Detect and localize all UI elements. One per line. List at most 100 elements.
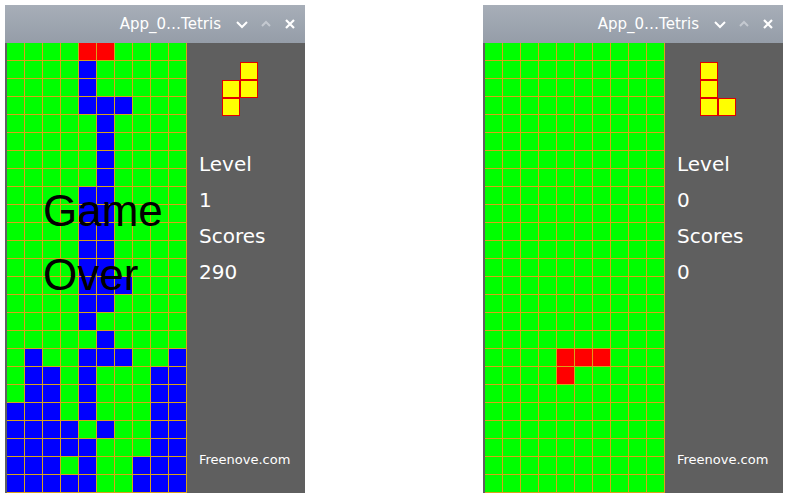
board-cell (503, 79, 521, 97)
board-cell (503, 277, 521, 295)
board-cell (557, 295, 575, 313)
board-cell (79, 367, 97, 385)
board-cell (115, 367, 133, 385)
board-cell (593, 349, 611, 367)
board-cell (503, 259, 521, 277)
board-cell (43, 259, 61, 277)
piece-cell (700, 80, 718, 98)
board-cell (97, 43, 115, 61)
board-cell (485, 367, 503, 385)
board-cell (611, 259, 629, 277)
board-cell (97, 61, 115, 79)
board-cell (25, 385, 43, 403)
board-cell (61, 367, 79, 385)
board-cell (169, 475, 187, 493)
board-cell (503, 457, 521, 475)
board-cell (539, 313, 557, 331)
board-cell (79, 61, 97, 79)
board-cell (43, 133, 61, 151)
board-cell (557, 259, 575, 277)
board-cell (169, 259, 187, 277)
board-cell (61, 169, 79, 187)
board-cell (97, 115, 115, 133)
game-board[interactable]: GameOver (7, 43, 187, 493)
board-cell (485, 295, 503, 313)
board-cell (611, 205, 629, 223)
stat-label: Level (677, 146, 775, 182)
board-cell (97, 475, 115, 493)
piece-cell (718, 80, 736, 98)
board-cell (521, 385, 539, 403)
board-cell (575, 133, 593, 151)
board-cell (169, 403, 187, 421)
board-cell (61, 43, 79, 61)
board-cell (61, 61, 79, 79)
close-icon[interactable] (283, 17, 297, 31)
board-cell (521, 61, 539, 79)
board-cell (25, 421, 43, 439)
board-cell (629, 457, 647, 475)
board-cell (115, 259, 133, 277)
board-cell (503, 241, 521, 259)
minimize-icon[interactable] (235, 17, 249, 31)
board-cell (115, 349, 133, 367)
board-cell (521, 367, 539, 385)
board-cell (115, 295, 133, 313)
board-cell (539, 115, 557, 133)
maximize-icon[interactable] (737, 17, 751, 31)
tetris-window: App_0…TetrisGameOverLevel1Scores290Freen… (5, 5, 305, 493)
board-cell (485, 439, 503, 457)
board-cell (647, 223, 665, 241)
minimize-icon[interactable] (713, 17, 727, 31)
board-cell (539, 223, 557, 241)
board-cell (151, 187, 169, 205)
board-cell (115, 115, 133, 133)
board-cell (151, 241, 169, 259)
board-cell (593, 313, 611, 331)
board-cell (7, 439, 25, 457)
board-cell (7, 349, 25, 367)
board-cell (97, 403, 115, 421)
close-icon[interactable] (761, 17, 775, 31)
board-cell (79, 205, 97, 223)
board-cell (133, 385, 151, 403)
board-cell (133, 223, 151, 241)
board-cell (611, 295, 629, 313)
board-cell (151, 439, 169, 457)
board-cell (557, 79, 575, 97)
board-cell (133, 475, 151, 493)
tetris-window: App_0…TetrisLevel0Scores0Freenove.com (483, 5, 783, 493)
board-cell (521, 313, 539, 331)
game-area: GameOverLevel1Scores290Freenove.com (5, 43, 305, 493)
board-cell (7, 115, 25, 133)
board-cell (169, 313, 187, 331)
board-cell (503, 403, 521, 421)
board-cell (629, 205, 647, 223)
stat-label: Scores (677, 218, 775, 254)
board-cell (115, 403, 133, 421)
board-cell (115, 205, 133, 223)
board-cell (97, 241, 115, 259)
board-cell (593, 421, 611, 439)
board-cell (629, 61, 647, 79)
board-cell (43, 295, 61, 313)
board-cell (7, 187, 25, 205)
maximize-icon[interactable] (259, 17, 273, 31)
board-cell (647, 313, 665, 331)
game-board[interactable] (485, 43, 665, 493)
board-cell (611, 439, 629, 457)
board-cell (115, 61, 133, 79)
board-cell (97, 79, 115, 97)
board-cell (25, 349, 43, 367)
board-cell (7, 43, 25, 61)
board-cell (169, 43, 187, 61)
board-cell (61, 205, 79, 223)
board-cell (151, 403, 169, 421)
board-cell (7, 61, 25, 79)
board-cell (115, 223, 133, 241)
board-cell (79, 133, 97, 151)
board-cell (521, 457, 539, 475)
board-cell (151, 385, 169, 403)
board-cell (629, 97, 647, 115)
board-cell (557, 43, 575, 61)
